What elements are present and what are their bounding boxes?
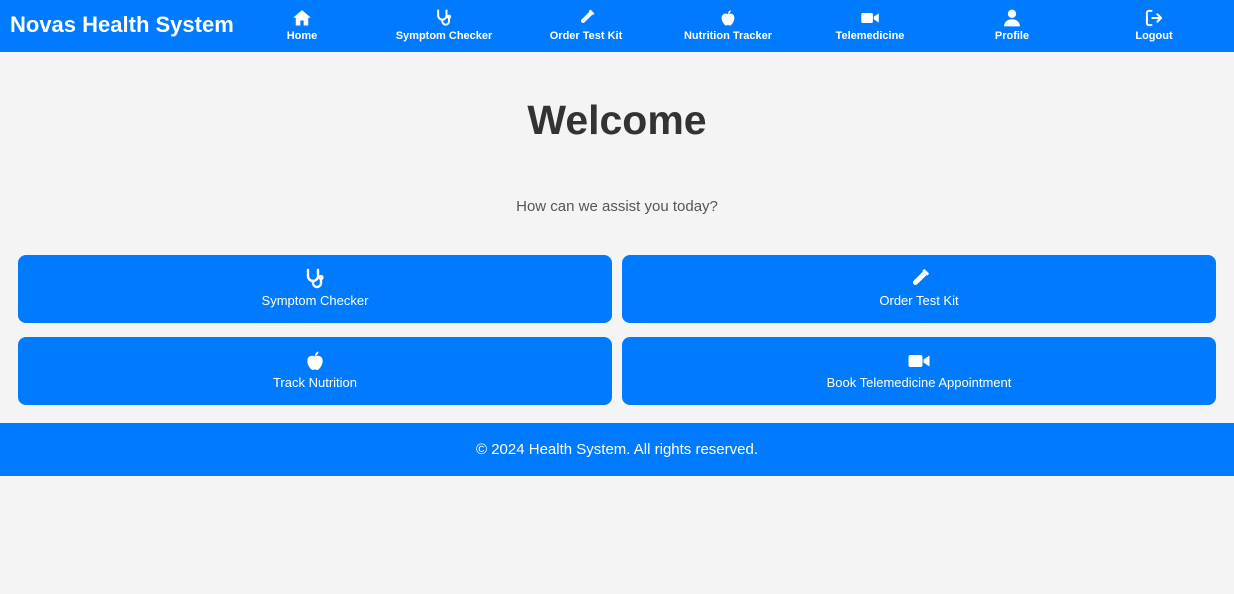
- apple-icon: [303, 349, 327, 373]
- nav-label: Logout: [1135, 30, 1173, 42]
- nav-label: Telemedicine: [835, 30, 905, 42]
- symptom-checker-button[interactable]: Symptom Checker: [18, 255, 612, 323]
- nav-home[interactable]: Home: [242, 6, 362, 48]
- test-tube-icon: [907, 267, 931, 291]
- user-icon: [1002, 8, 1022, 28]
- video-icon: [907, 349, 931, 373]
- footer-copyright: © 2024 Health System. All rights reserve…: [475, 441, 758, 458]
- book-telemedicine-button[interactable]: Book Telemedicine Appointment: [622, 337, 1216, 405]
- nav-label: Profile: [994, 30, 1030, 42]
- test-tube-icon: [576, 8, 596, 28]
- video-icon: [860, 8, 880, 28]
- nav-label: Order Test Kit: [549, 30, 623, 42]
- top-navbar: Novas Health System Home Symptom Checker…: [0, 0, 1234, 52]
- page-subtitle: How can we assist you today?: [516, 198, 718, 215]
- nav-symptom-checker[interactable]: Symptom Checker: [384, 6, 504, 48]
- order-test-kit-button[interactable]: Order Test Kit: [622, 255, 1216, 323]
- nav-order-test-kit[interactable]: Order Test Kit: [526, 6, 646, 48]
- nav-label: Nutrition Tracker: [683, 30, 773, 42]
- card-label: Book Telemedicine Appointment: [826, 375, 1012, 390]
- stethoscope-icon: [303, 267, 327, 291]
- card-label: Track Nutrition: [272, 375, 358, 390]
- logout-icon: [1144, 8, 1164, 28]
- page-footer: © 2024 Health System. All rights reserve…: [0, 423, 1234, 476]
- nav-label: Symptom Checker: [395, 30, 493, 42]
- nav-nutrition-tracker[interactable]: Nutrition Tracker: [668, 6, 788, 48]
- nav-label: Home: [286, 30, 318, 42]
- brand-title: Novas Health System: [10, 12, 234, 37]
- nav-profile[interactable]: Profile: [952, 6, 1072, 48]
- card-label: Order Test Kit: [879, 293, 959, 308]
- track-nutrition-button[interactable]: Track Nutrition: [18, 337, 612, 405]
- nav-logout[interactable]: Logout: [1094, 6, 1214, 48]
- home-icon: [292, 8, 312, 28]
- page-title: Welcome: [527, 97, 707, 143]
- apple-icon: [718, 8, 738, 28]
- card-label: Symptom Checker: [261, 293, 369, 308]
- nav-telemedicine[interactable]: Telemedicine: [810, 6, 930, 48]
- stethoscope-icon: [434, 8, 454, 28]
